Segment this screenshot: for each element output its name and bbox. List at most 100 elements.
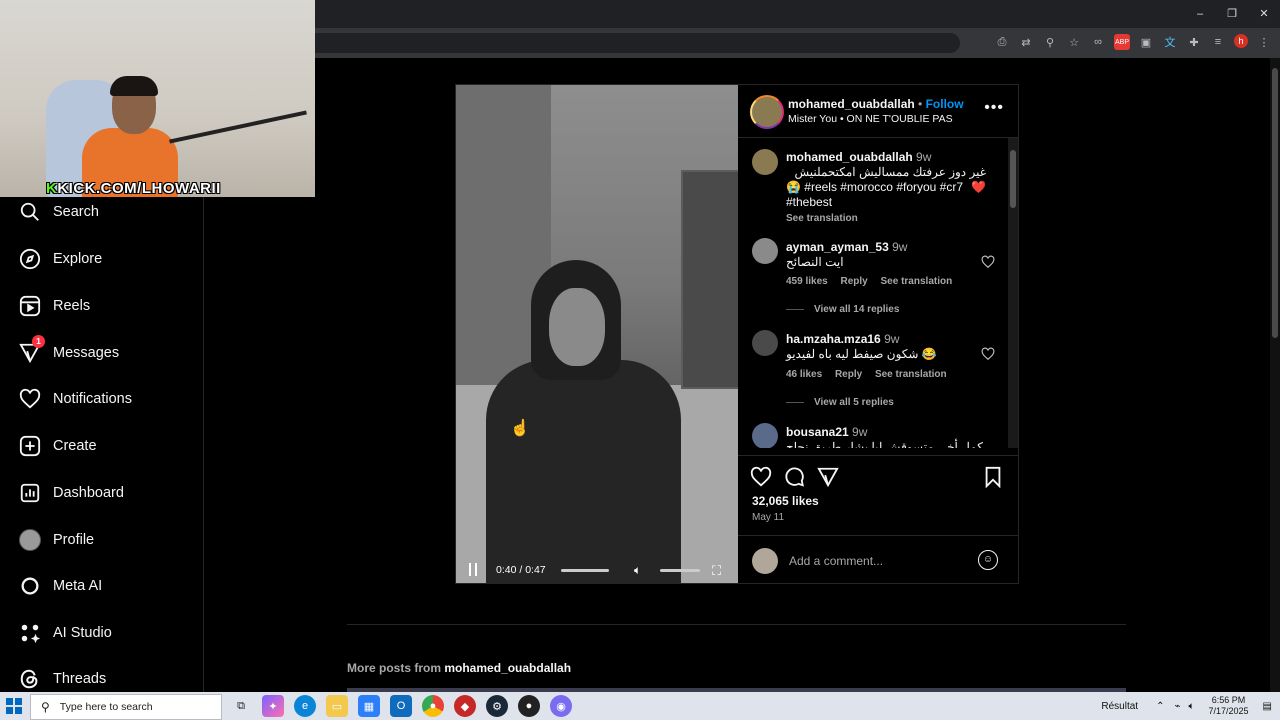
kebab-menu-icon[interactable]: ⋮ — [1256, 34, 1272, 50]
compass-icon — [18, 247, 42, 271]
tray-volume-icon[interactable]: 🔈︎ — [1189, 701, 1195, 712]
reply-button[interactable]: Reply — [835, 369, 862, 380]
notifications-icon[interactable]: ▤ — [1263, 701, 1272, 712]
comment-author: bousana21 9w — [786, 425, 867, 439]
pause-icon[interactable] — [468, 563, 478, 576]
add-comment-input[interactable]: Add a comment... — [789, 554, 883, 568]
comment-bubble-icon[interactable] — [783, 466, 805, 488]
taskbar-search[interactable]: ⚲ Type here to search — [30, 694, 222, 720]
reading-list-icon[interactable]: ≡ — [1210, 34, 1226, 50]
comments-scrollbar-thumb[interactable] — [1010, 150, 1016, 208]
more-options-icon[interactable]: ••• — [984, 99, 1004, 117]
sidebar-item-threads[interactable]: Threads — [18, 666, 106, 692]
volume-icon[interactable]: 🔈︎ — [634, 563, 641, 578]
comment-username[interactable]: ha.mzaha.mza16 — [786, 332, 881, 346]
sidebar-item-meta-ai[interactable]: Meta AI — [18, 573, 102, 599]
see-translation-button[interactable]: See translation — [881, 276, 953, 287]
comment-likes[interactable]: 46 likes — [786, 369, 822, 380]
sidebar-item-label: Create — [53, 438, 97, 454]
comment-author: ayman_ayman_53 9w — [786, 240, 907, 254]
like-count[interactable]: 32,065 likes — [752, 494, 819, 508]
save-bookmark-icon[interactable] — [982, 466, 1004, 488]
tray-network-icon[interactable]: ⌁ — [1174, 701, 1180, 712]
scrollbar-thumb[interactable] — [1272, 68, 1278, 338]
store-icon[interactable]: ▦ — [358, 695, 380, 717]
view-replies-button[interactable]: View all 5 replies — [786, 397, 894, 408]
sidebar-item-ai-studio[interactable]: AI Studio — [18, 620, 112, 646]
comment-likes[interactable]: 459 likes — [786, 276, 828, 287]
kick-brand-letter: K — [46, 180, 58, 197]
sidebar-item-notifications[interactable]: Notifications — [18, 386, 132, 412]
author-username[interactable]: mohamed_ouabdallah — [788, 97, 915, 111]
caption-hashtags[interactable]: 😭 #reels #morocco #foryou #cr7 — [786, 180, 963, 195]
sidebar-item-reels[interactable]: Reels — [18, 293, 90, 319]
steam-icon[interactable]: ⚙ — [486, 695, 508, 717]
audio-track[interactable]: Mister You • ON NE T'OUBLIE PAS — [788, 113, 953, 125]
emoji-icon[interactable]: ☺ — [978, 550, 998, 570]
weather-result[interactable]: Résultat — [1101, 701, 1138, 712]
copilot-icon[interactable]: ✦ — [262, 695, 284, 717]
subject-hoodie — [486, 360, 681, 583]
comment-like-icon[interactable] — [981, 347, 995, 361]
taskbar-clock[interactable]: 6:56 PM 7/17/2025 — [1209, 695, 1249, 717]
like-heart-icon[interactable] — [750, 466, 772, 488]
sidebar-item-dashboard[interactable]: Dashboard — [18, 480, 124, 506]
caption-avatar[interactable] — [752, 149, 778, 175]
extensions-puzzle-icon[interactable]: ✚ — [1186, 34, 1202, 50]
share-send-icon[interactable] — [817, 466, 839, 488]
file-explorer-icon[interactable]: ▭ — [326, 695, 348, 717]
windows-start-icon[interactable] — [6, 698, 22, 714]
author-avatar[interactable] — [750, 95, 784, 129]
video-progress-bar[interactable] — [561, 569, 609, 572]
comment-username[interactable]: ayman_ayman_53 — [786, 240, 889, 254]
task-view-icon[interactable]: ⧉ — [230, 695, 252, 717]
extension-box-icon[interactable]: ▣ — [1138, 34, 1154, 50]
comment-avatar[interactable] — [752, 238, 778, 264]
follow-button[interactable]: Follow — [926, 97, 964, 111]
edge-icon[interactable]: e — [294, 695, 316, 717]
discord-icon[interactable]: ◉ — [550, 695, 572, 717]
caption-hashtags-2[interactable]: #thebest — [786, 195, 832, 210]
sidebar-item-label: Threads — [53, 671, 107, 687]
fullscreen-icon[interactable]: ⛶ — [712, 563, 721, 579]
app-dark-icon[interactable]: ● — [518, 695, 540, 717]
comments-scrollbar[interactable] — [1008, 138, 1018, 448]
comment-username[interactable]: bousana21 — [786, 425, 849, 439]
sidebar-item-messages[interactable]: 1 Messages — [18, 335, 119, 366]
sidebar-item-explore[interactable]: Explore — [18, 246, 102, 272]
comment-avatar[interactable] — [752, 423, 778, 448]
adblock-icon[interactable]: ABP — [1114, 34, 1130, 50]
sidebar-item-profile[interactable]: Profile — [18, 527, 94, 553]
app-red-icon[interactable]: ◆ — [454, 695, 476, 717]
more-posts-username[interactable]: mohamed_ouabdallah — [444, 661, 571, 675]
caption-see-translation[interactable]: See translation — [786, 213, 858, 224]
caption-username[interactable]: mohamed_ouabdallah — [786, 150, 913, 164]
extension-glasses-icon[interactable]: ∞ — [1090, 34, 1106, 50]
separator-dot: • — [918, 97, 926, 111]
sidebar-item-create[interactable]: Create — [18, 433, 97, 459]
extension-translate-icon[interactable]: 文 — [1162, 34, 1178, 50]
view-replies-button[interactable]: View all 14 replies — [786, 304, 899, 315]
volume-slider[interactable] — [660, 569, 700, 572]
profile-avatar[interactable]: h — [1234, 34, 1248, 48]
restore-button[interactable]: ❐ — [1216, 0, 1248, 28]
sidebar-item-search[interactable]: Search — [18, 199, 99, 225]
comment-avatar[interactable] — [752, 330, 778, 356]
translate-icon[interactable]: ⇄ — [1018, 34, 1034, 50]
comment-time: 9w — [852, 425, 868, 439]
post-actions: 32,065 likes May 11 — [738, 455, 1018, 546]
minimize-button[interactable]: – — [1184, 0, 1216, 28]
reel-video[interactable]: ☝ 0:40 / 0:47 🔈︎ ⛶ — [456, 85, 738, 583]
messages-icon: 1 — [18, 335, 45, 365]
chrome-icon[interactable]: ● — [422, 695, 444, 717]
bookmark-star-icon[interactable]: ☆ — [1066, 34, 1082, 50]
see-translation-button[interactable]: See translation — [875, 369, 947, 380]
page-scrollbar[interactable] — [1270, 58, 1280, 692]
outlook-icon[interactable]: O — [390, 695, 412, 717]
comment-like-icon[interactable] — [981, 255, 995, 269]
zoom-icon[interactable]: ⚲ — [1042, 34, 1058, 50]
tray-chevron-icon[interactable]: ⌃ — [1156, 701, 1164, 712]
install-icon[interactable]: ⎙ — [994, 34, 1010, 50]
reply-button[interactable]: Reply — [841, 276, 868, 287]
close-button[interactable]: ✕ — [1248, 0, 1280, 28]
